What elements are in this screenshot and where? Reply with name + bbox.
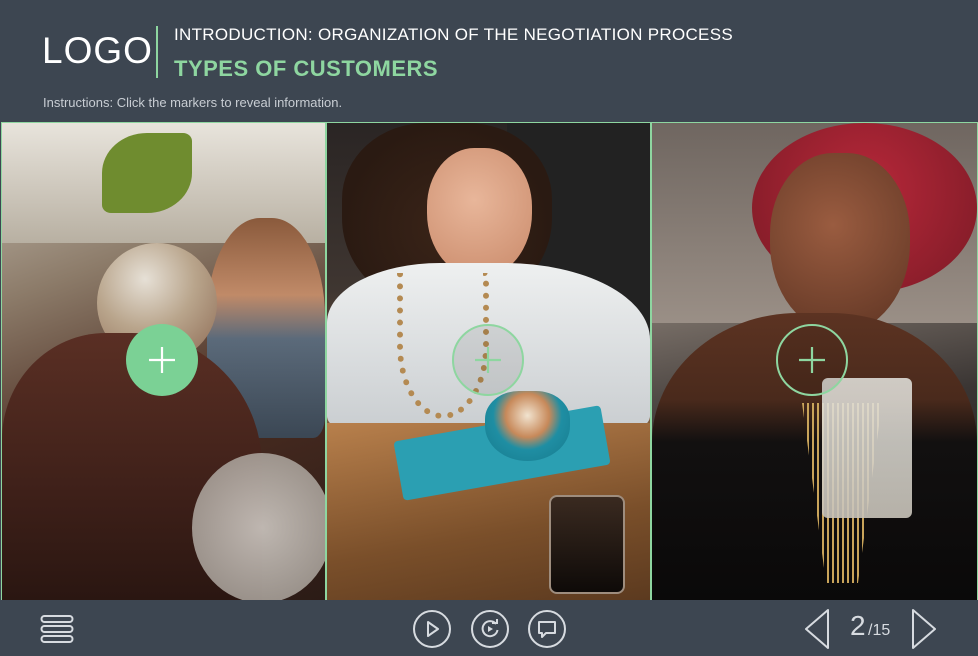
next-button[interactable]	[911, 608, 937, 650]
footer-toolbar: 2 /15	[0, 600, 978, 656]
plant-leaf	[102, 133, 192, 213]
logo: LOGO	[42, 30, 153, 71]
comment-button[interactable]	[528, 610, 566, 648]
panel-woman-coffee	[327, 123, 652, 600]
plastic-cup	[822, 378, 912, 518]
next-arrow-icon	[912, 609, 936, 649]
plus-icon	[799, 347, 825, 373]
coffee-cup	[485, 391, 570, 461]
comment-icon	[538, 621, 556, 638]
panel-woman-drink	[652, 123, 977, 600]
prev-arrow-icon	[805, 609, 829, 649]
page-current: 2	[850, 610, 866, 641]
info-marker-2[interactable]	[452, 324, 524, 396]
blurred-shoulder	[192, 453, 325, 600]
play-icon	[427, 621, 439, 637]
header-divider	[156, 26, 158, 78]
play-button[interactable]	[413, 610, 451, 648]
person-woman-face	[770, 153, 910, 333]
menu-icon	[40, 615, 74, 643]
replay-button[interactable]	[471, 610, 509, 648]
plus-icon	[149, 347, 175, 373]
instructions-text: Instructions: Click the markers to revea…	[43, 95, 343, 110]
image-stage	[1, 122, 978, 601]
person-woman-face	[427, 148, 532, 278]
replay-icon	[481, 619, 499, 638]
info-marker-3[interactable]	[776, 324, 848, 396]
page-total: /15	[868, 622, 891, 639]
info-marker-1[interactable]	[126, 324, 198, 396]
panel-older-man	[2, 123, 327, 600]
glass-of-coffee	[549, 495, 625, 594]
prev-button[interactable]	[804, 608, 830, 650]
menu-button[interactable]	[40, 614, 74, 644]
plus-icon	[475, 347, 501, 373]
course-title: INTRODUCTION: ORGANIZATION OF THE NEGOTI…	[174, 25, 733, 44]
header: LOGO INTRODUCTION: ORGANIZATION OF THE N…	[0, 0, 978, 122]
section-title: TYPES OF CUSTOMERS	[174, 56, 439, 81]
